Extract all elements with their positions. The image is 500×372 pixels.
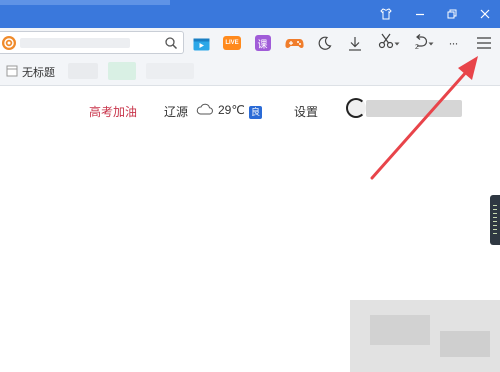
air-quality-badge: 良 [249, 104, 263, 119]
page-content: 高考加油 辽源 29℃ 良 设置 [0, 87, 500, 372]
blurred-content [370, 315, 430, 345]
city-link[interactable]: 辽源 [164, 103, 188, 120]
main-menu-icon[interactable] [474, 33, 494, 53]
blurred-content [440, 331, 490, 357]
download-icon[interactable] [347, 33, 363, 53]
undo-count: 2 [415, 44, 419, 51]
username-blurred[interactable] [366, 100, 462, 117]
bookmark-item[interactable]: 无标题 [6, 64, 55, 80]
address-text [20, 38, 130, 48]
live-label: LIVE [223, 36, 241, 50]
chevron-down-icon [394, 34, 400, 52]
side-panel-handle[interactable] [490, 195, 500, 245]
page-icon [6, 65, 18, 80]
video-icon[interactable] [192, 33, 210, 53]
shirt-icon[interactable] [377, 5, 395, 23]
gamepad-icon[interactable] [284, 33, 304, 53]
course-button[interactable]: 课 [254, 33, 271, 53]
bookmarks-bar: 无标题 [0, 58, 500, 86]
cloud-icon [196, 102, 214, 119]
more-label: ··· [448, 36, 459, 50]
course-label: 课 [254, 35, 271, 51]
gaokao-link[interactable]: 高考加油 [89, 103, 137, 120]
tab-strip [0, 0, 170, 5]
address-bar[interactable] [0, 31, 184, 54]
bookmark-item-blurred[interactable] [108, 62, 136, 80]
chevron-down-icon [428, 34, 434, 52]
settings-link[interactable]: 设置 [294, 103, 318, 120]
site-logo-icon [2, 36, 16, 50]
undo-icon: 2 [412, 34, 428, 52]
bookmark-item-blurred[interactable] [68, 63, 98, 79]
close-icon[interactable] [476, 5, 494, 23]
more-button[interactable]: ··· [444, 33, 462, 53]
bookmark-label: 无标题 [22, 67, 55, 79]
scissors-icon [378, 33, 394, 54]
screenshot-button[interactable] [376, 33, 402, 53]
title-bar [0, 0, 500, 28]
air-quality-label: 良 [249, 106, 263, 119]
toolbar: LIVE 课 2 ··· [0, 28, 500, 58]
restore-icon[interactable] [443, 5, 461, 23]
bookmark-item-blurred[interactable] [146, 63, 194, 79]
minimize-icon[interactable] [411, 5, 429, 23]
search-icon[interactable] [164, 36, 178, 55]
avatar[interactable] [346, 98, 366, 118]
live-button[interactable]: LIVE [222, 33, 242, 53]
night-mode-icon[interactable] [317, 33, 333, 53]
undo-button[interactable]: 2 [409, 33, 437, 53]
temperature: 29℃ [218, 103, 245, 117]
